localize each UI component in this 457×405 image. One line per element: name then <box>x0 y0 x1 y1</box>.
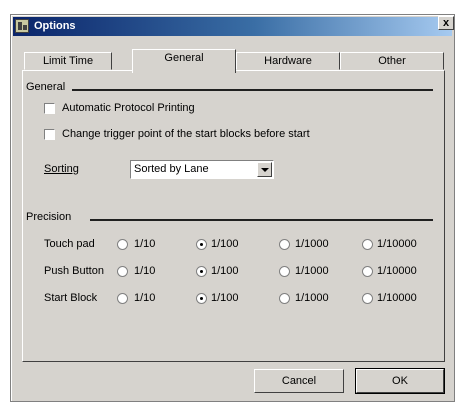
tab-other[interactable]: Other <box>340 52 444 70</box>
cancel-button-label: Cancel <box>281 375 317 387</box>
option-label: 1/100 <box>211 292 239 304</box>
touchpad-1-10-radio[interactable] <box>117 239 128 250</box>
touchpad-1-10000-radio[interactable] <box>362 239 373 250</box>
option-label: 1/1000 <box>295 292 329 304</box>
pushbutton-1-1000-radio[interactable] <box>279 266 290 277</box>
option-label: 1/1000 <box>295 238 329 250</box>
ok-button-label: OK <box>392 375 408 387</box>
option-label: 1/10 <box>134 265 156 277</box>
change-trigger-checkbox[interactable] <box>44 129 55 140</box>
close-icon: x <box>442 17 450 29</box>
tab-label: Limit Time <box>42 55 94 67</box>
option-label: 1/1000 <box>295 265 329 277</box>
option-label: 1/10 <box>134 238 156 250</box>
tab-label: Other <box>378 55 406 67</box>
option-label: 1/10 <box>134 292 156 304</box>
startblock-1-100-radio[interactable] <box>196 293 207 304</box>
option-label: 1/100 <box>211 238 239 250</box>
auto-print-label: Automatic Protocol Printing <box>62 102 195 114</box>
chevron-down-icon[interactable] <box>257 162 272 177</box>
precision-group-title: Precision <box>26 211 76 223</box>
cancel-button[interactable]: Cancel <box>254 369 344 393</box>
tab-limit-time[interactable]: Limit Time <box>24 52 112 70</box>
title-bar[interactable]: Options <box>13 17 452 36</box>
pushbutton-1-10000-radio[interactable] <box>362 266 373 277</box>
tab-label: General <box>164 52 204 64</box>
option-label: 1/10000 <box>377 265 417 277</box>
auto-print-checkbox[interactable] <box>44 103 55 114</box>
pushbutton-1-10-radio[interactable] <box>117 266 128 277</box>
group-separator <box>72 89 433 91</box>
sorting-select[interactable]: Sorted by Lane <box>130 160 274 179</box>
tab-label: Hardware <box>264 55 312 67</box>
general-group-title: General <box>26 81 70 93</box>
change-trigger-label: Change trigger point of the start blocks… <box>62 128 310 140</box>
touchpad-1-100-radio[interactable] <box>196 239 207 250</box>
window-title: Options <box>34 20 76 32</box>
precision-row-label: Start Block <box>44 292 98 304</box>
precision-row-label: Push Button <box>44 265 104 277</box>
option-label: 1/100 <box>211 265 239 277</box>
app-icon <box>15 19 29 33</box>
close-button[interactable]: x <box>438 16 454 30</box>
ok-button[interactable]: OK <box>355 368 445 394</box>
startblock-1-10-radio[interactable] <box>117 293 128 304</box>
precision-row-label: Touch pad <box>44 238 95 250</box>
pushbutton-1-100-radio[interactable] <box>196 266 207 277</box>
sorting-label: Sorting <box>44 163 79 175</box>
touchpad-1-1000-radio[interactable] <box>279 239 290 250</box>
tab-general[interactable]: General <box>132 49 236 73</box>
option-label: 1/10000 <box>377 292 417 304</box>
tab-hardware[interactable]: Hardware <box>236 52 340 70</box>
startblock-1-10000-radio[interactable] <box>362 293 373 304</box>
startblock-1-1000-radio[interactable] <box>279 293 290 304</box>
option-label: 1/10000 <box>377 238 417 250</box>
group-separator <box>90 219 433 221</box>
sorting-value: Sorted by Lane <box>134 163 209 175</box>
